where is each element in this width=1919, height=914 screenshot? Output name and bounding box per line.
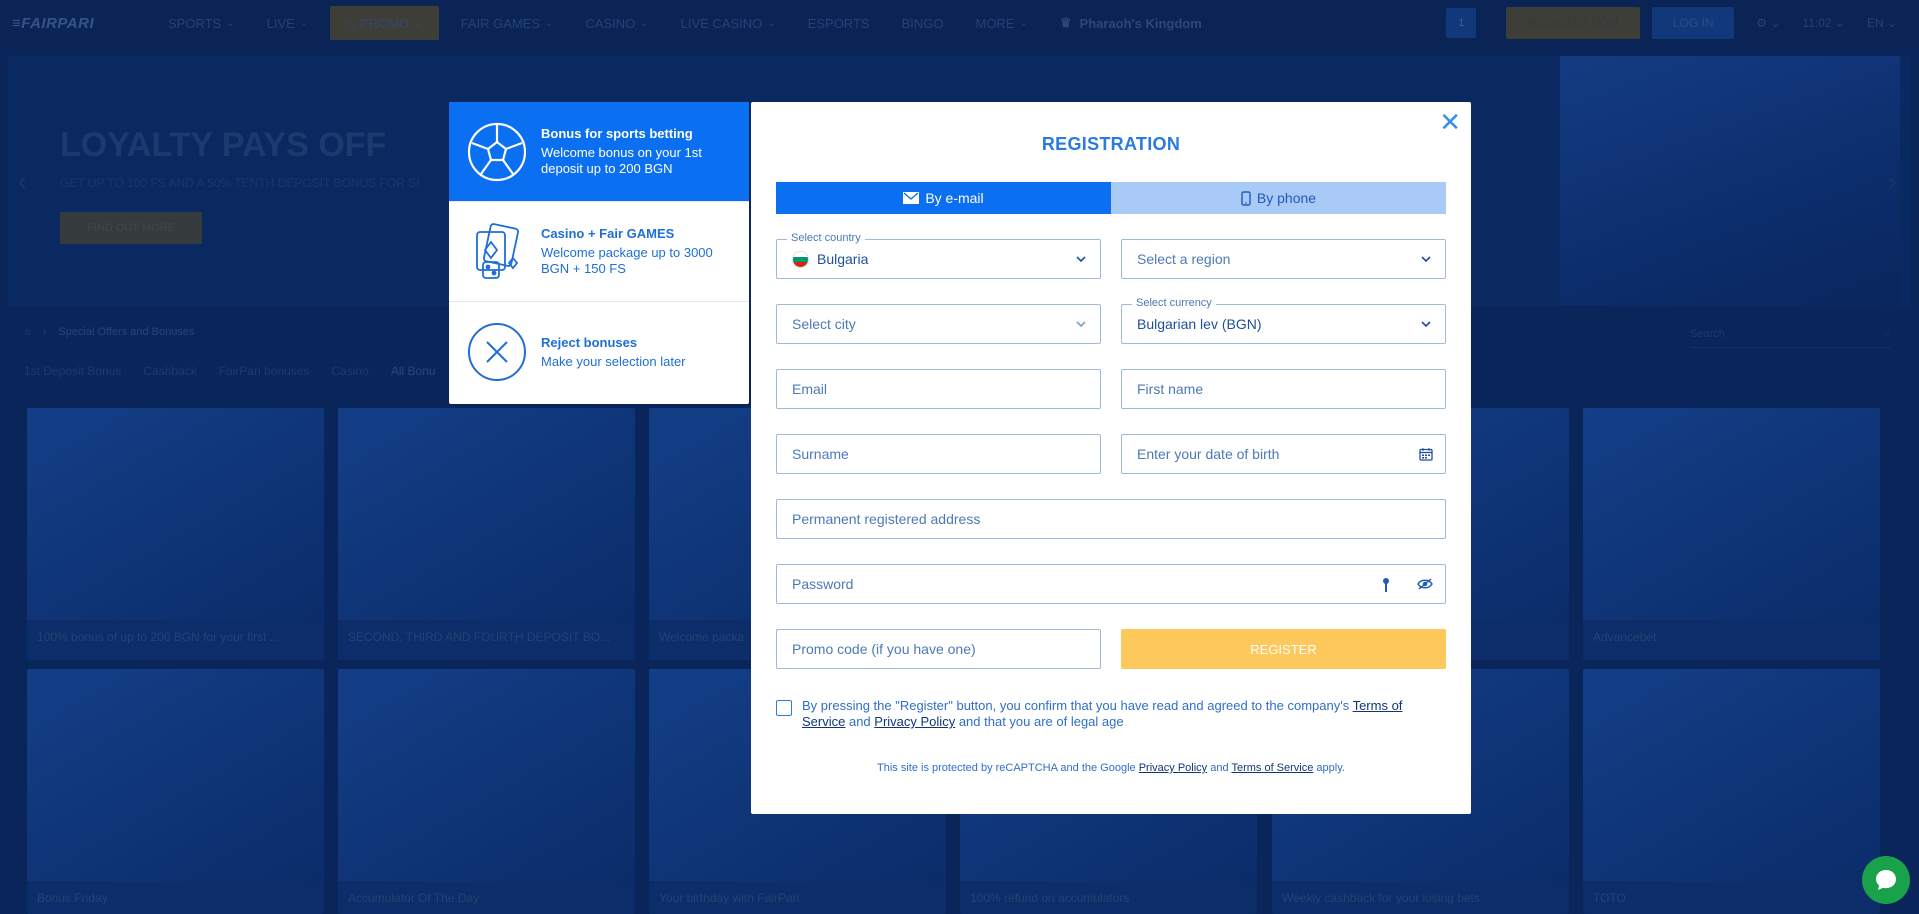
calendar-icon[interactable]: [1419, 447, 1433, 461]
registration-modal: ✕ REGISTRATION By e-mail By phone Select…: [751, 102, 1471, 814]
tab-by-phone-label: By phone: [1256, 190, 1317, 206]
date-of-birth-field[interactable]: Enter your date of birth: [1121, 434, 1446, 474]
casino-cards-icon: [467, 222, 527, 282]
bonus-selection-panel: Bonus for sports betting Welcome bonus o…: [449, 102, 749, 404]
dob-placeholder: Enter your date of birth: [1137, 446, 1280, 462]
eye-hidden-icon[interactable]: [1417, 577, 1433, 591]
bonus-option-title: Bonus for sports betting: [541, 126, 693, 141]
recaptcha-notice: This site is protected by reCAPTCHA and …: [751, 762, 1471, 774]
region-placeholder: Select a region: [1137, 251, 1231, 267]
agreement-text-part: By pressing the "Register" button, you c…: [802, 698, 1353, 713]
tab-by-email-label: By e-mail: [925, 190, 984, 206]
recaptcha-text-part: apply.: [1313, 762, 1345, 774]
chat-bubble-icon: [1876, 870, 1896, 890]
country-select-label: Select country: [787, 232, 865, 244]
agreement-text-part: and: [845, 714, 875, 729]
tab-by-phone[interactable]: By phone: [1111, 182, 1446, 214]
city-placeholder: Select city: [792, 316, 856, 332]
modal-title: REGISTRATION: [1041, 134, 1181, 154]
chevron-down-icon: [1421, 256, 1431, 263]
city-select[interactable]: Select city: [776, 304, 1101, 344]
key-icon[interactable]: [1381, 577, 1391, 593]
bonus-option-desc: Welcome bonus on your 1st deposit up to …: [541, 145, 702, 176]
agreement-text: By pressing the "Register" button, you c…: [802, 698, 1446, 730]
promo-code-placeholder: Promo code (if you have one): [792, 641, 976, 657]
surname-placeholder: Surname: [792, 446, 849, 462]
first-name-field[interactable]: First name: [1121, 369, 1446, 409]
bonus-option-title: Reject bonuses: [541, 334, 638, 350]
email-field[interactable]: Email: [776, 369, 1101, 409]
envelope-icon: [903, 192, 920, 204]
chat-button[interactable]: [1862, 856, 1910, 904]
recaptcha-text-part: This site is protected by reCAPTCHA and …: [877, 762, 1139, 774]
first-name-placeholder: First name: [1137, 381, 1204, 397]
currency-select[interactable]: Select currency Bulgarian lev (BGN): [1121, 297, 1446, 344]
bonus-option-title: Casino + Fair GAMES: [541, 226, 675, 241]
tab-by-email[interactable]: By e-mail: [776, 182, 1111, 214]
privacy-policy-link[interactable]: Privacy Policy: [874, 714, 955, 729]
registration-method-tabs: By e-mail By phone: [776, 182, 1446, 214]
bonus-option-sports[interactable]: Bonus for sports betting Welcome bonus o…: [449, 102, 749, 202]
country-select[interactable]: Select country Bulgaria: [776, 232, 1101, 279]
recaptcha-text-part: and: [1207, 762, 1232, 774]
chevron-down-icon: [1076, 256, 1086, 263]
reject-x-icon: [467, 322, 527, 382]
close-icon[interactable]: ✕: [1439, 108, 1461, 136]
google-privacy-policy-link[interactable]: Privacy Policy: [1139, 762, 1207, 774]
bulgaria-flag-icon: [792, 250, 809, 268]
bonus-option-reject[interactable]: Reject bonuses Make your selection later: [449, 302, 749, 402]
agreement-text-part: and that you are of legal age: [955, 714, 1124, 729]
region-select[interactable]: Select a region: [1121, 239, 1446, 279]
password-field[interactable]: Password: [776, 564, 1446, 604]
register-button[interactable]: REGISTER: [1121, 629, 1446, 669]
agree-checkbox[interactable]: [776, 700, 792, 716]
phone-icon: [1241, 190, 1251, 206]
bonus-option-casino[interactable]: Casino + Fair GAMES Welcome package up t…: [449, 202, 749, 302]
password-placeholder: Password: [792, 576, 854, 592]
address-placeholder: Permanent registered address: [792, 511, 981, 527]
email-placeholder: Email: [792, 381, 828, 397]
currency-value: Bulgarian lev (BGN): [1137, 316, 1262, 332]
soccer-ball-icon: [467, 122, 527, 182]
terms-agreement: By pressing the "Register" button, you c…: [776, 698, 1446, 730]
chevron-down-icon: [1421, 321, 1431, 328]
address-field[interactable]: Permanent registered address: [776, 499, 1446, 539]
bonus-option-desc: Make your selection later: [541, 353, 686, 369]
bonus-option-desc: Welcome package up to 3000 BGN + 150 FS: [541, 245, 713, 276]
currency-select-label: Select currency: [1132, 297, 1216, 309]
promo-code-field[interactable]: Promo code (if you have one): [776, 629, 1101, 669]
country-value: Bulgaria: [817, 251, 869, 267]
surname-field[interactable]: Surname: [776, 434, 1101, 474]
google-terms-link[interactable]: Terms of Service: [1231, 762, 1313, 774]
chevron-down-icon: [1076, 321, 1086, 328]
